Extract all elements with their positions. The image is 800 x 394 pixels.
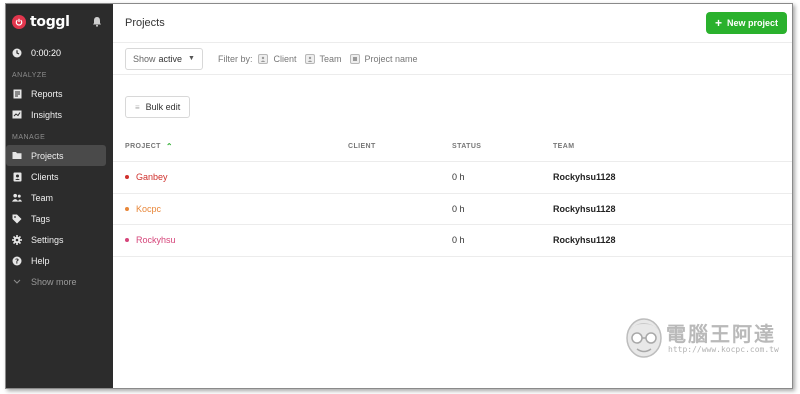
project-color-dot: [125, 206, 129, 211]
sidebar-item-projects[interactable]: Projects: [6, 145, 106, 166]
status-cell: 0 h: [452, 203, 465, 214]
project-color-dot: [125, 175, 129, 180]
sidebar-item-label: Insights: [31, 109, 63, 120]
team-cell: Rockyhsu1128: [553, 203, 616, 214]
watermark: 電腦王阿達 http://www.kocpc.com.tw: [624, 316, 784, 364]
tag-icon: [12, 214, 22, 224]
sort-arrow-icon: ⌃: [165, 142, 173, 151]
sidebar-item-insights[interactable]: Insights: [6, 104, 106, 125]
filter-team-label: Team: [319, 53, 342, 64]
filter-bar: Show active ▼ Filter by: Client Team Pro…: [113, 43, 792, 75]
project-cell[interactable]: Kocpc: [113, 204, 348, 214]
table-row[interactable]: Ganbey 0 h Rockyhsu1128: [113, 162, 792, 194]
filter-project-name-label: Project name: [364, 53, 418, 64]
section-manage: MANAGE: [12, 134, 46, 141]
sidebar: toggl 0:00:20 ANALYZE Reports Insights M…: [6, 4, 113, 388]
section-analyze: ANALYZE: [12, 72, 47, 79]
team-cell: Rockyhsu1128: [553, 235, 616, 246]
sidebar-item-label: Tags: [31, 213, 51, 224]
main-content: Projects + New project Show active ▼ Fil…: [113, 4, 792, 388]
watermark-url: http://www.kocpc.com.tw: [668, 345, 779, 354]
project-cell[interactable]: Ganbey: [113, 172, 348, 182]
column-status[interactable]: STATUS: [452, 143, 553, 150]
client-icon: [258, 53, 269, 64]
project-name[interactable]: Ganbey: [136, 172, 168, 182]
chevron-down-icon: ▼: [188, 55, 195, 62]
project-name[interactable]: Rockyhsu: [136, 235, 176, 245]
sidebar-item-tags[interactable]: Tags: [6, 208, 106, 229]
sidebar-show-more[interactable]: Show more: [6, 271, 106, 292]
top-bar: Projects: [113, 4, 792, 43]
svg-text:?: ?: [15, 257, 19, 265]
sidebar-item-label: Clients: [31, 171, 59, 182]
sidebar-item-clients[interactable]: Clients: [6, 166, 106, 187]
table-row[interactable]: Kocpc 0 h Rockyhsu1128: [113, 194, 792, 225]
filter-by-label: Filter by:: [217, 53, 253, 64]
sidebar-item-reports[interactable]: Reports: [6, 83, 106, 104]
bulk-edit-button[interactable]: ≡ Bulk edit: [125, 96, 191, 118]
list-icon: ≡: [135, 102, 140, 112]
new-project-button[interactable]: + New project: [706, 12, 787, 34]
timer[interactable]: 0:00:20: [6, 42, 113, 64]
new-project-label: New project: [727, 18, 779, 28]
column-team[interactable]: TEAM: [553, 143, 792, 150]
status-cell: 0 h: [452, 235, 465, 246]
projects-table: PROJECT ⌃ CLIENT STATUS TEAM Ganbey 0 h Ro…: [113, 132, 792, 257]
sidebar-item-label: Projects: [31, 150, 64, 161]
mascot-logo: [626, 318, 662, 358]
filter-project-name[interactable]: Project name: [349, 53, 418, 64]
app-window: toggl 0:00:20 ANALYZE Reports Insights M…: [5, 3, 793, 389]
clients-icon: [12, 172, 22, 182]
reports-icon: [12, 89, 22, 99]
bulk-edit-label: Bulk edit: [145, 102, 181, 112]
sidebar-item-team[interactable]: Team: [6, 187, 106, 208]
help-icon: ?: [12, 256, 22, 266]
project-cell[interactable]: Rockyhsu: [113, 235, 348, 245]
project-color-dot: [125, 238, 129, 243]
team-icon: [304, 53, 315, 64]
gear-icon: [12, 234, 22, 245]
status-cell: 0 h: [452, 172, 465, 183]
filter-team[interactable]: Team: [304, 53, 342, 64]
show-prefix: Show: [133, 53, 156, 64]
sidebar-item-label: Reports: [31, 88, 63, 99]
sidebar-item-label: Settings: [31, 234, 64, 245]
clock-icon: [12, 48, 22, 58]
team-icon: [12, 193, 22, 203]
team-cell: Rockyhsu1128: [553, 172, 616, 183]
chevron-down-icon: [12, 277, 22, 287]
watermark-title: 電腦王阿達: [666, 322, 776, 346]
project-name[interactable]: Kocpc: [136, 204, 161, 214]
page-title: Projects: [125, 17, 165, 29]
folder-icon: [12, 151, 22, 161]
project-name-icon: [349, 53, 360, 64]
show-more-label: Show more: [31, 276, 77, 287]
filter-client-label: Client: [273, 53, 297, 64]
sidebar-item-label: Help: [31, 255, 50, 266]
column-client[interactable]: CLIENT: [348, 143, 452, 150]
logo-text: toggl: [30, 14, 70, 30]
sidebar-item-help[interactable]: ? Help: [6, 250, 106, 271]
insights-icon: [12, 110, 22, 120]
sidebar-item-settings[interactable]: Settings: [6, 229, 106, 250]
column-project[interactable]: PROJECT ⌃: [113, 142, 348, 151]
show-active-select[interactable]: Show active ▼: [125, 47, 203, 70]
table-row[interactable]: Rockyhsu 0 h Rockyhsu1128: [113, 225, 792, 257]
power-icon: [12, 15, 26, 29]
table-header: PROJECT ⌃ CLIENT STATUS TEAM: [113, 132, 792, 162]
bell-icon[interactable]: [92, 16, 102, 27]
plus-icon: +: [714, 16, 722, 30]
show-value: active: [158, 53, 183, 64]
filter-client[interactable]: Client: [258, 53, 297, 64]
sidebar-item-label: Team: [31, 192, 54, 203]
timer-value: 0:00:20: [31, 48, 62, 58]
